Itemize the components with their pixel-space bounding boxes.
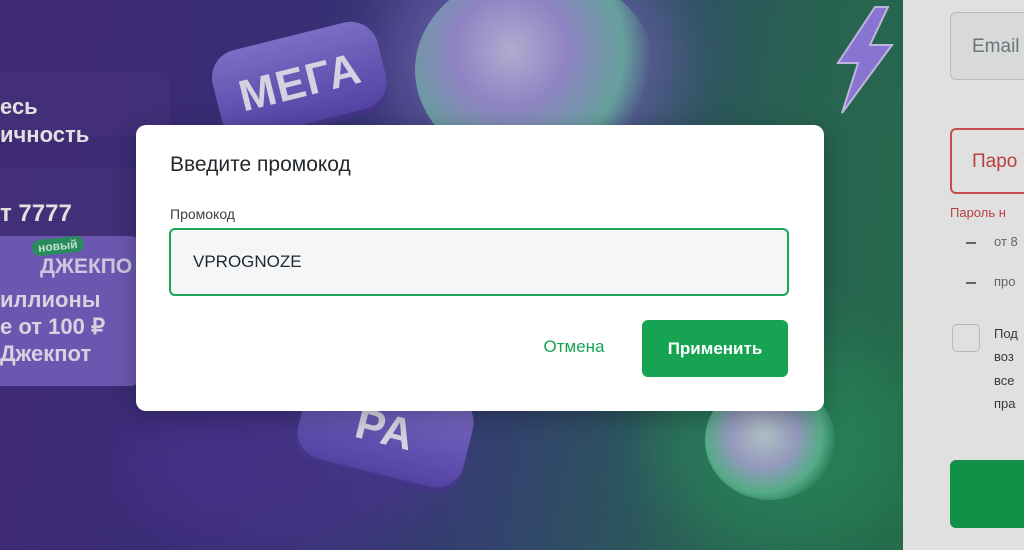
dialog-title: Введите промокод: [170, 153, 351, 176]
apply-button[interactable]: Применить: [642, 320, 788, 377]
page-background: есь ичность т 7777 новый ДЖЕКПО иллионы …: [0, 0, 1024, 550]
promo-code-label: Промокод: [170, 206, 235, 222]
promo-code-dialog: Введите промокод Промокод Отмена Примени…: [136, 125, 824, 411]
promo-code-input[interactable]: [169, 228, 789, 296]
cancel-button[interactable]: Отмена: [524, 321, 624, 373]
